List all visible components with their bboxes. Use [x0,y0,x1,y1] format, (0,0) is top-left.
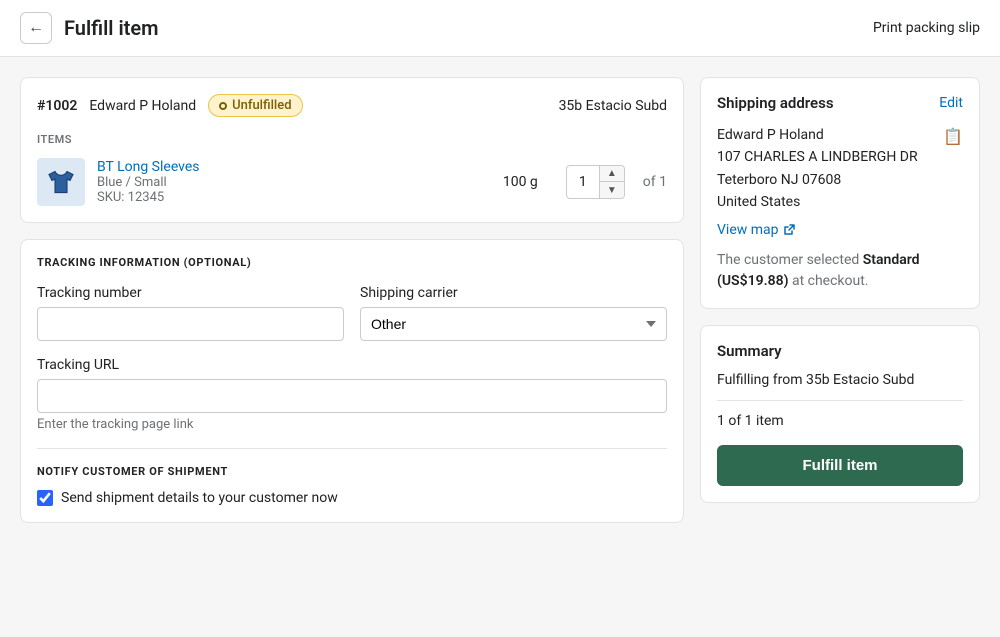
quantity-value: 1 [567,170,599,194]
order-location: 35b Estacio Subd [559,98,667,114]
tracking-url-label: Tracking URL [37,357,119,373]
items-label: ITEMS [37,133,667,146]
header-left: ← Fulfill item [20,12,159,44]
main-content: #1002 Edward P Holand Unfulfilled 35b Es… [0,57,1000,543]
summary-divider [717,400,963,401]
item-sku: SKU: 12345 [97,190,491,205]
shirt-icon [43,164,79,200]
tracking-url-input[interactable] [37,379,667,413]
order-number: #1002 [37,98,77,114]
address-line1: 107 CHARLES A LINDBERGH DR [717,146,935,168]
item-image [37,158,85,206]
external-link-icon [783,224,795,236]
tracking-form-row: Tracking number Shipping carrier Other U… [37,285,667,341]
address-block: Edward P Holand 107 CHARLES A LINDBERGH … [717,124,963,214]
notify-checkbox-label: Send shipment details to your customer n… [61,490,338,506]
summary-card: Summary Fulfilling from 35b Estacio Subd… [700,325,980,503]
copy-icon[interactable]: 📋 [943,124,963,214]
shipping-address-card: Shipping address Edit Edward P Holand 10… [700,77,980,309]
notify-title: NOTIFY CUSTOMER OF SHIPMENT [37,465,667,478]
shipping-note: The customer selected Standard (US$19.88… [717,250,963,292]
address-name: Edward P Holand [717,124,935,146]
address-text: Edward P Holand 107 CHARLES A LINDBERGH … [717,124,935,214]
item-name-link[interactable]: BT Long Sleeves [97,159,200,175]
shipping-card-header: Shipping address Edit [717,94,963,112]
back-button[interactable]: ← [20,12,52,44]
edit-address-link[interactable]: Edit [939,95,963,111]
notify-checkbox-row: Send shipment details to your customer n… [37,490,667,506]
customer-name: Edward P Holand [89,98,196,114]
carrier-label: Shipping carrier [360,285,667,301]
back-icon: ← [28,19,44,37]
print-packing-slip-link[interactable]: Print packing slip [873,20,980,36]
tracking-number-group: Tracking number [37,285,344,341]
address-country: United States [717,191,935,213]
fulfill-item-button[interactable]: Fulfill item [717,445,963,486]
quantity-control: 1 ▲ ▼ [566,165,625,199]
tracking-number-label: Tracking number [37,285,344,301]
right-column: Shipping address Edit Edward P Holand 10… [700,77,980,523]
quantity-of: of 1 [643,174,667,190]
items-count: 1 of 1 item [717,413,963,429]
view-map-label: View map [717,222,779,238]
carrier-group: Shipping carrier Other UPS FedEx DHL USP… [360,285,667,341]
tracking-title: TRACKING INFORMATION (OPTIONAL) [37,256,667,269]
tracking-number-input[interactable] [37,307,344,341]
status-badge: Unfulfilled [208,94,302,117]
notify-checkbox[interactable] [37,490,53,506]
order-header: #1002 Edward P Holand Unfulfilled 35b Es… [37,94,667,117]
status-dot [219,102,227,110]
summary-title: Summary [717,342,963,360]
quantity-down-button[interactable]: ▼ [600,182,624,198]
tracking-url-hint: Enter the tracking page link [37,417,667,432]
fulfilling-from: Fulfilling from 35b Estacio Subd [717,372,963,388]
item-weight: 100 g [503,174,538,190]
order-card: #1002 Edward P Holand Unfulfilled 35b Es… [20,77,684,223]
tracking-url-group: Tracking URL Enter the tracking page lin… [37,357,667,432]
shipping-method: Standard (US$19.88) [717,252,920,289]
item-details: BT Long Sleeves Blue / Small SKU: 12345 [97,159,491,205]
status-label: Unfulfilled [232,98,291,113]
notify-section: NOTIFY CUSTOMER OF SHIPMENT Send shipmen… [37,448,667,506]
address-city-state: Teterboro NJ 07608 [717,169,935,191]
item-variant: Blue / Small [97,175,491,190]
quantity-up-button[interactable]: ▲ [600,166,624,182]
carrier-select[interactable]: Other UPS FedEx DHL USPS Canada Post [360,307,667,341]
quantity-buttons: ▲ ▼ [599,166,624,198]
shipping-address-title: Shipping address [717,94,939,112]
page-title: Fulfill item [64,16,159,40]
view-map-link[interactable]: View map [717,222,963,238]
item-row: BT Long Sleeves Blue / Small SKU: 12345 … [37,158,667,206]
left-column: #1002 Edward P Holand Unfulfilled 35b Es… [20,77,684,523]
page-header: ← Fulfill item Print packing slip [0,0,1000,57]
items-section: ITEMS BT Long Sleeves Blue / Small SKU: … [37,133,667,206]
tracking-card: TRACKING INFORMATION (OPTIONAL) Tracking… [20,239,684,523]
